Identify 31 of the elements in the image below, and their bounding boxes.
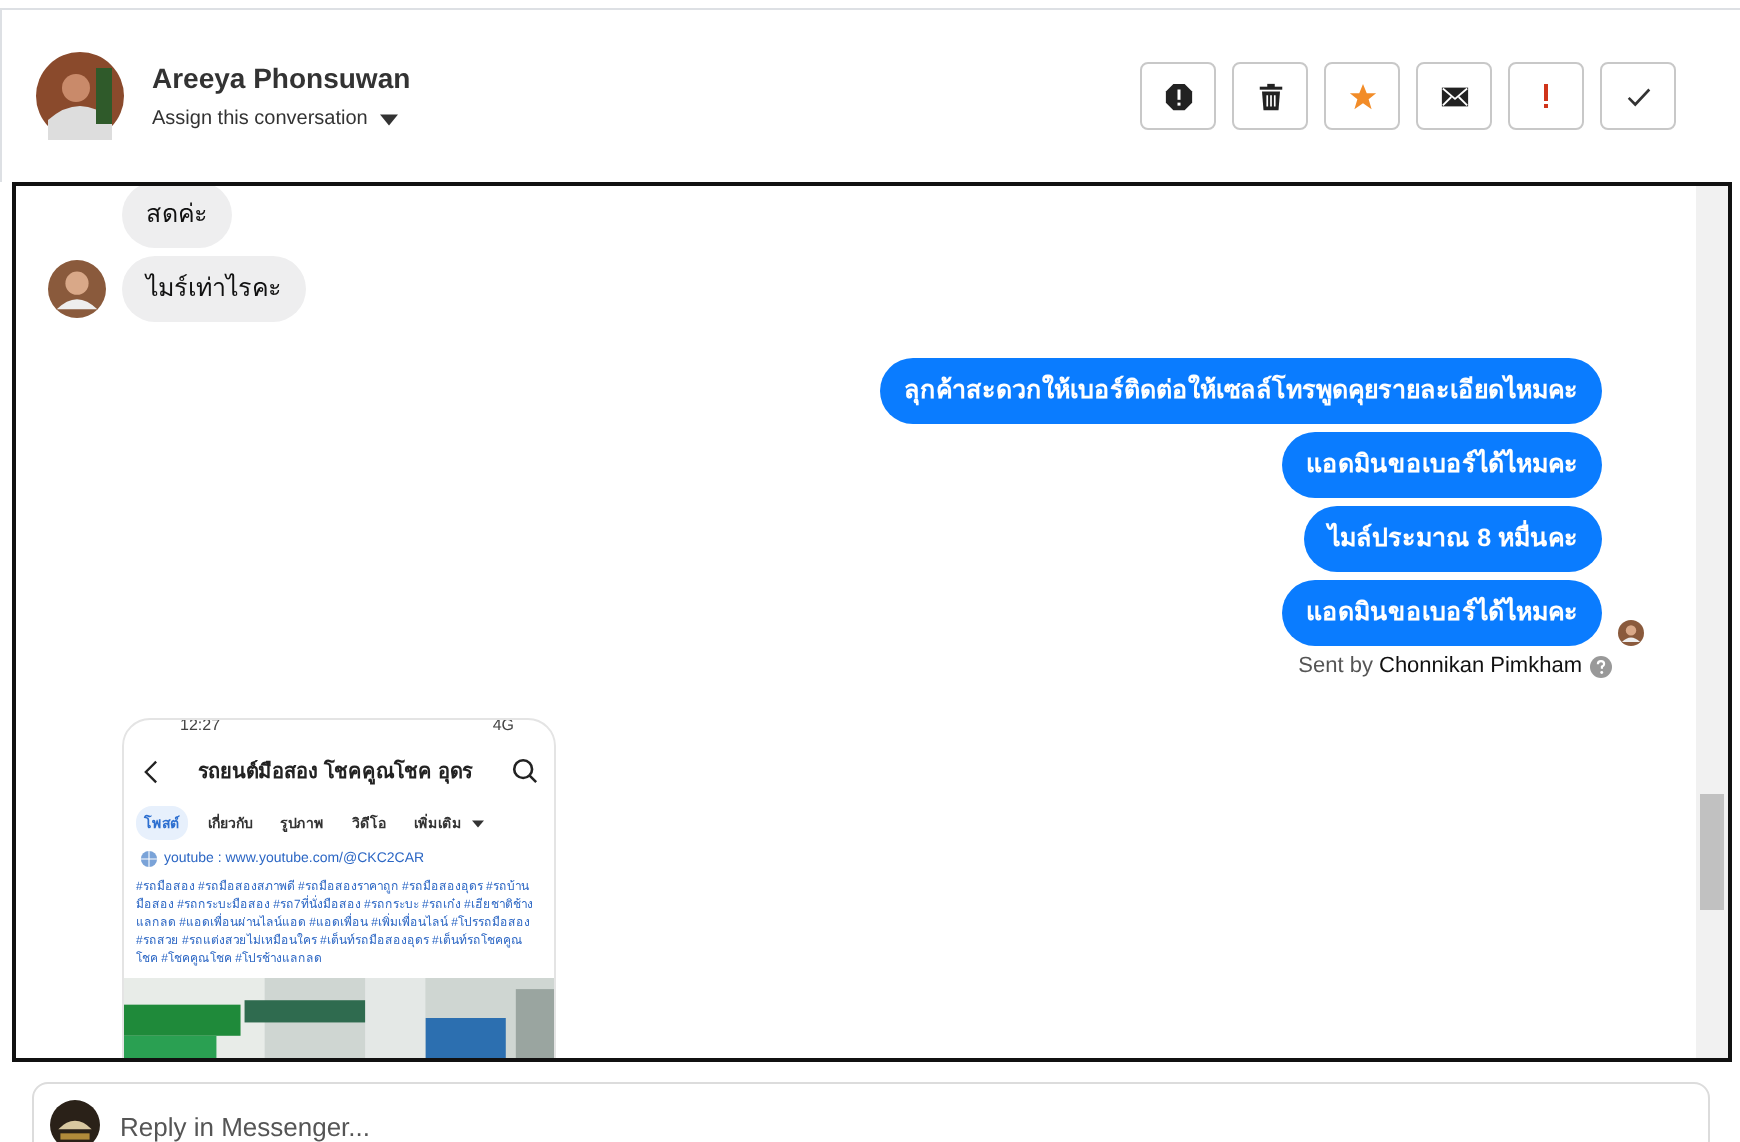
message-bubble: แอดมินขอเบอร์ได้ไหมคะ: [1282, 580, 1602, 646]
message-bubble: แอดมินขอเบอร์ได้ไหมคะ: [1282, 432, 1602, 498]
caret-icon: [472, 819, 484, 827]
scrollbar[interactable]: [1696, 186, 1728, 1058]
star-button[interactable]: [1324, 62, 1400, 130]
contact-name: Areeya Phonsuwan: [152, 62, 411, 94]
spam-icon: [1163, 81, 1193, 111]
reply-field[interactable]: Reply in Messenger...: [120, 1100, 1692, 1142]
spam-button[interactable]: [1140, 62, 1216, 130]
sent-by-label: Sent by Chonnikan Pimkham: [1298, 654, 1582, 678]
message-bubble: ลุกค้าสะดวกให้เบอร์ติดต่อให้เซลล์โทรพูดคุยรายละเอียดไหมคะ: [880, 358, 1602, 424]
help-icon[interactable]: [1590, 655, 1612, 677]
reply-bar[interactable]: Reply in Messenger...: [32, 1082, 1710, 1142]
screenshot-attachment[interactable]: [122, 718, 556, 1058]
important-button[interactable]: [1508, 62, 1584, 130]
done-button[interactable]: [1600, 62, 1676, 130]
mail-button[interactable]: [1416, 62, 1492, 130]
page-title: รถยนต์มือสอง โชคคูณโชค อุดร: [198, 757, 472, 786]
contact-avatar: [36, 52, 124, 140]
search-icon: [512, 758, 538, 784]
back-icon: [144, 759, 158, 783]
assign-dropdown[interactable]: Assign this conversation: [152, 108, 411, 130]
page-avatar: [50, 1100, 100, 1142]
message-bubble: ไมร์เท่าไรคะ: [122, 256, 306, 322]
globe-icon: [140, 850, 158, 868]
message-bubble: ไมล์ประมาณ 8 หมื่นคะ: [1304, 506, 1602, 572]
message-bubble: สดค่ะ: [122, 186, 232, 248]
star-icon: [1347, 81, 1377, 111]
trash-icon: [1255, 81, 1285, 111]
trash-button[interactable]: [1232, 62, 1308, 130]
caret-icon: [379, 113, 398, 125]
